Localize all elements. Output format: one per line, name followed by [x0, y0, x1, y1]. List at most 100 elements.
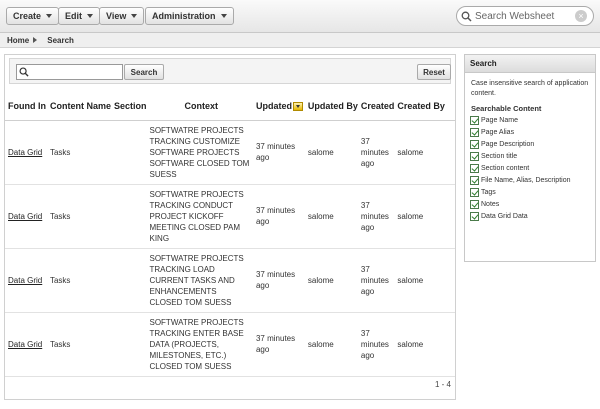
- option-tags[interactable]: Tags: [465, 187, 595, 199]
- chevron-down-icon: [46, 14, 53, 18]
- option-label: Section title: [481, 153, 518, 160]
- table-row: Data Grid Tasks SOFTWATRE PROJECTS TRACK…: [5, 120, 455, 185]
- found-in-link[interactable]: Data Grid: [8, 276, 42, 285]
- column-header-found-in[interactable]: Found In: [5, 93, 47, 121]
- sort-desc-icon[interactable]: [292, 102, 303, 112]
- content-name-cell: Tasks: [46, 312, 111, 377]
- search-icon: [17, 63, 31, 81]
- updated-by-cell: salome: [304, 248, 358, 313]
- column-header-updated-by[interactable]: Updated By: [304, 93, 358, 121]
- breadcrumb: Home Search: [0, 33, 600, 48]
- updated-cell: 37 minutes ago: [252, 248, 305, 313]
- context-cell: SOFTWATRE PROJECTS TRACKING CONDUCT PROJ…: [146, 184, 253, 249]
- content-name-cell: Tasks: [46, 184, 111, 249]
- panel-title: Search: [465, 55, 595, 73]
- reset-button[interactable]: Reset: [417, 64, 451, 80]
- edit-menu-button[interactable]: Edit: [58, 7, 100, 25]
- context-cell: SOFTWATRE PROJECTS TRACKING CUSTOMIZE SO…: [146, 120, 253, 185]
- view-menu-button[interactable]: View: [99, 7, 145, 25]
- created-cell: 37 minutes ago: [357, 312, 395, 377]
- option-label: Notes: [481, 201, 500, 208]
- websheet-search-input[interactable]: [475, 10, 573, 22]
- pagination-label: 1 - 4: [434, 380, 451, 389]
- option-label: Page Alias: [481, 129, 515, 136]
- top-toolbar: Create Edit View Administration ×: [0, 0, 600, 33]
- section-cell: [110, 120, 147, 185]
- option-label: Tags: [481, 189, 496, 196]
- context-cell: SOFTWATRE PROJECTS TRACKING ENTER BASE D…: [146, 312, 253, 377]
- search-results-region: Search Reset Found In Content Name Secti…: [4, 54, 456, 400]
- updated-by-cell: salome: [304, 312, 358, 377]
- option-file-name[interactable]: File Name, Alias, Description: [465, 175, 595, 187]
- checkbox-checked-icon[interactable]: [470, 200, 479, 209]
- found-in-link[interactable]: Data Grid: [8, 148, 42, 157]
- section-cell: [110, 312, 147, 377]
- created-cell: 37 minutes ago: [357, 120, 395, 185]
- administration-menu-button[interactable]: Administration: [145, 7, 234, 25]
- option-data-grid-data[interactable]: Data Grid Data: [465, 211, 595, 223]
- chevron-down-icon: [131, 14, 138, 18]
- option-label: Data Grid Data: [481, 213, 528, 220]
- column-header-created-by[interactable]: Created By: [394, 93, 455, 121]
- option-section-content[interactable]: Section content: [465, 163, 595, 175]
- checkbox-checked-icon[interactable]: [470, 188, 479, 197]
- panel-subtitle: Searchable Content: [471, 104, 542, 113]
- option-label: File Name, Alias, Description: [481, 177, 571, 184]
- table-row: Data Grid Tasks SOFTWATRE PROJECTS TRACK…: [5, 184, 455, 249]
- created-cell: 37 minutes ago: [357, 184, 395, 249]
- option-label: Page Description: [481, 141, 535, 148]
- checkbox-checked-icon[interactable]: [470, 164, 479, 173]
- context-cell: SOFTWATRE PROJECTS TRACKING LOAD CURRENT…: [146, 248, 253, 313]
- column-header-section[interactable]: Section: [110, 93, 147, 121]
- breadcrumb-current: Search: [47, 35, 74, 45]
- column-header-created[interactable]: Created: [357, 93, 395, 121]
- create-menu-button[interactable]: Create: [6, 7, 60, 25]
- option-label: Section content: [481, 165, 530, 172]
- search-button[interactable]: Search: [124, 64, 164, 80]
- updated-cell: 37 minutes ago: [252, 184, 305, 249]
- chevron-down-icon: [220, 14, 227, 18]
- created-by-cell: salome: [394, 312, 455, 377]
- clear-icon[interactable]: ×: [575, 10, 587, 22]
- content-name-cell: Tasks: [46, 120, 111, 185]
- search-field: [16, 64, 123, 80]
- table-row: Data Grid Tasks SOFTWATRE PROJECTS TRACK…: [5, 312, 455, 377]
- chevron-right-icon: [33, 37, 38, 43]
- updated-cell: 37 minutes ago: [252, 120, 305, 185]
- found-in-link[interactable]: Data Grid: [8, 212, 42, 221]
- edit-menu-label: Edit: [65, 11, 82, 21]
- option-page-name[interactable]: Page Name: [465, 115, 595, 127]
- search-input[interactable]: [31, 67, 121, 77]
- created-cell: 37 minutes ago: [357, 248, 395, 313]
- search-options-panel: Search Case insensitive search of applic…: [464, 54, 596, 262]
- checkbox-checked-icon[interactable]: [470, 152, 479, 161]
- checkbox-checked-icon[interactable]: [470, 116, 479, 125]
- found-in-link[interactable]: Data Grid: [8, 340, 42, 349]
- content-name-cell: Tasks: [46, 248, 111, 313]
- search-icon: [457, 7, 475, 25]
- updated-cell: 37 minutes ago: [252, 312, 305, 377]
- breadcrumb-home-link[interactable]: Home: [7, 36, 29, 45]
- option-notes[interactable]: Notes: [465, 199, 595, 211]
- option-page-alias[interactable]: Page Alias: [465, 127, 595, 139]
- chevron-down-icon: [87, 14, 93, 18]
- column-header-content-name[interactable]: Content Name: [46, 93, 111, 121]
- column-header-updated[interactable]: Updated: [252, 93, 305, 121]
- section-cell: [110, 184, 147, 249]
- search-bar: Search Reset: [9, 58, 451, 84]
- checkbox-checked-icon[interactable]: [470, 128, 479, 137]
- updated-by-cell: salome: [304, 184, 358, 249]
- results-table: Found In Content Name Section Context Up…: [5, 93, 455, 377]
- checkbox-checked-icon[interactable]: [470, 176, 479, 185]
- create-menu-label: Create: [13, 11, 42, 21]
- option-page-description[interactable]: Page Description: [465, 139, 595, 151]
- created-by-cell: salome: [394, 184, 455, 249]
- option-section-title[interactable]: Section title: [465, 151, 595, 163]
- column-header-updated-label: Updated: [255, 101, 292, 112]
- created-by-cell: salome: [394, 248, 455, 313]
- column-header-context[interactable]: Context: [146, 93, 253, 121]
- updated-by-cell: salome: [304, 120, 358, 185]
- checkbox-checked-icon[interactable]: [470, 140, 479, 149]
- checkbox-checked-icon[interactable]: [470, 212, 479, 221]
- websheet-search-box: ×: [456, 6, 594, 26]
